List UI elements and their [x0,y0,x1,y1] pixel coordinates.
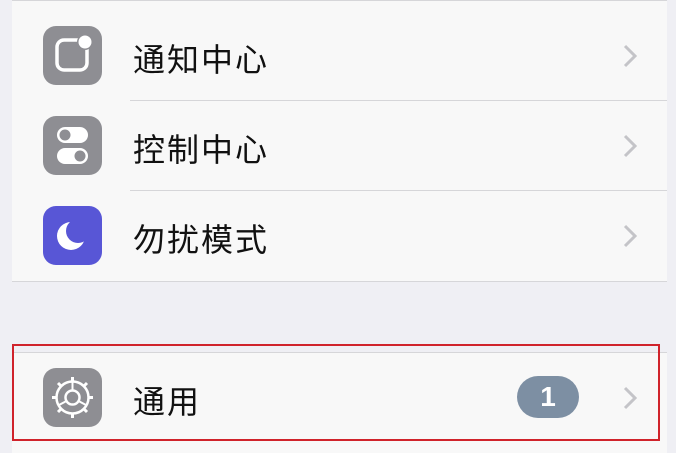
control-center-icon [43,116,102,175]
settings-row-notification-center[interactable]: 通知中心 [12,11,667,101]
chevron-right-icon [623,44,637,68]
settings-row-label: 勿扰模式 [133,221,270,259]
settings-row-do-not-disturb[interactable]: 勿扰模式 [12,191,667,281]
chevron-right-icon [623,134,637,158]
settings-row-label: 控制中心 [133,131,270,169]
chevron-right-icon [623,224,637,248]
notification-center-icon [43,26,102,85]
moon-icon [43,206,102,265]
highlight-annotation-box [12,344,660,441]
settings-group-top: 通知中心 控制中心 勿扰模式 [12,0,667,282]
settings-row-label: 通知中心 [133,41,270,79]
settings-row-control-center[interactable]: 控制中心 [12,101,667,191]
